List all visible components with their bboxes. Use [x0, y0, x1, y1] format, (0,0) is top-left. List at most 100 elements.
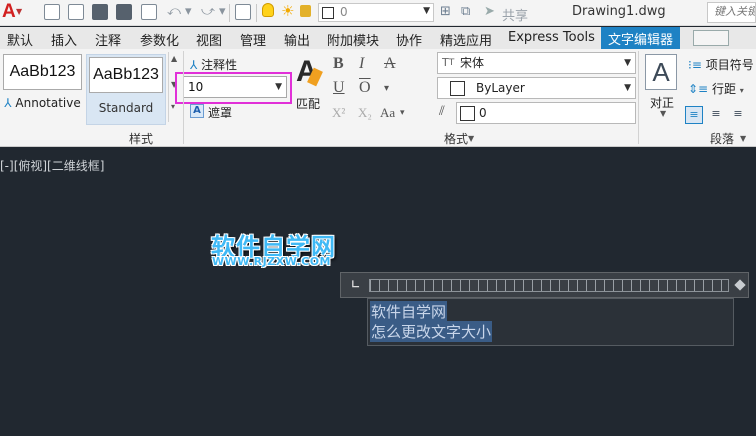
panel-title-format: 格式	[444, 132, 469, 146]
annotative-label: 注释性	[201, 58, 238, 72]
style-name-text: Annotative	[15, 96, 81, 110]
align-right-icon[interactable]: ≡	[729, 106, 747, 124]
text-height-input[interactable]: 10 ▼	[183, 76, 287, 98]
redo-icon[interactable]: ⤻ ▾	[201, 5, 226, 19]
mtext-line[interactable]: 怎么更改文字大小	[370, 321, 493, 342]
panel-divider	[638, 51, 639, 144]
match-layer-icon[interactable]: ⧉	[461, 5, 470, 19]
line-spacing-label: 行距	[711, 82, 736, 96]
bullets-icon: ⁝≡	[688, 58, 702, 72]
subscript-button[interactable]: X₂	[358, 105, 372, 121]
chevron-down-icon: ▼	[16, 7, 23, 16]
tab-express-tools[interactable]: Express Tools	[508, 30, 595, 45]
annotative-toggle[interactable]: ⅄ 注释性	[190, 56, 237, 73]
truetype-icon: TT	[442, 56, 455, 69]
justification-button[interactable]: A	[645, 54, 677, 90]
annotative-icon: ⅄	[4, 96, 12, 110]
toolbar-separator	[229, 4, 230, 22]
layer-lock-icon[interactable]	[300, 5, 311, 17]
style-swatch-annotative[interactable]: AaBb123 ⅄ Annotative	[3, 54, 82, 114]
tab-output[interactable]: 输出	[284, 30, 310, 49]
mtext-editor[interactable]: 软件自学网 怎么更改文字大小	[367, 298, 734, 346]
style-name: Standard	[98, 101, 154, 115]
save-as-icon[interactable]	[116, 4, 132, 20]
search-input[interactable]: 键入关键字	[707, 2, 756, 23]
tab-featured-apps[interactable]: 精选应用	[440, 30, 492, 49]
oblique-angle-icon: ⫽	[439, 104, 445, 119]
chevron-down-icon[interactable]: ▾	[400, 107, 405, 118]
oblique-value: 0	[479, 106, 487, 120]
tab-annotate[interactable]: 注释	[95, 30, 121, 49]
overline-button[interactable]: O	[359, 79, 371, 97]
text-color-dropdown[interactable]: ByLayer ▼	[437, 77, 636, 99]
italic-button[interactable]: I	[359, 55, 364, 73]
tab-default[interactable]: 默认	[7, 30, 33, 49]
style-name: ⅄ Annotative	[3, 96, 82, 110]
chevron-down-icon[interactable]: ▼	[660, 109, 666, 118]
align-left-icon[interactable]: ≡	[685, 106, 703, 124]
panel-title-paragraph: 段落	[710, 132, 735, 146]
chevron-down-icon: ▼	[423, 6, 430, 16]
ruler-track[interactable]	[369, 279, 729, 292]
send-icon[interactable]: ➤	[484, 5, 495, 19]
layer-thaw-sun-icon[interactable]: ☀	[281, 3, 294, 19]
chevron-down-icon[interactable]: ▼	[275, 77, 282, 97]
style-swatch-standard[interactable]: AaBb123 Standard	[86, 54, 166, 125]
bullets-button[interactable]: ⁝≡ 项目符号	[688, 56, 754, 73]
chevron-up-icon[interactable]: ▲	[171, 54, 177, 63]
chevron-down-icon[interactable]: ▾	[384, 83, 389, 94]
line-spacing-icon: ⇕≡	[688, 82, 709, 96]
toolbar-separator	[256, 4, 257, 22]
quick-access-toolbar: A ▼ ⤺ ▾ ⤻ ▾ ☀ 0 ▼ ⊞ ⧉ ➤ 共享 Drawing1.dwg …	[0, 0, 756, 26]
mtext-ruler[interactable]: ∟	[340, 272, 749, 298]
style-preview: AaBb123	[89, 57, 163, 93]
ribbon-display-toggle[interactable]	[693, 30, 729, 46]
tab-manage[interactable]: 管理	[240, 30, 266, 49]
save-icon[interactable]	[92, 4, 108, 20]
font-dropdown[interactable]: TT 宋体 ▼	[437, 52, 636, 74]
chevron-down-icon: ▼	[624, 58, 631, 68]
layer-properties-icon[interactable]	[235, 4, 251, 20]
tab-text-editor[interactable]: 文字编辑器	[601, 27, 681, 49]
tab-parametric[interactable]: 参数化	[140, 30, 179, 49]
share-button[interactable]: 共享	[502, 5, 528, 24]
style-preview: AaBb123	[3, 54, 82, 90]
ruler-width-handle[interactable]	[734, 279, 746, 291]
tab-addins[interactable]: 附加模块	[327, 30, 379, 49]
color-value: ByLayer	[476, 81, 525, 95]
document-title: Drawing1.dwg	[572, 4, 666, 19]
new-file-icon[interactable]	[44, 4, 60, 20]
annotative-icon: ⅄	[190, 58, 198, 72]
tab-collaborate[interactable]: 协作	[396, 30, 422, 49]
viewport-controls-label[interactable]: [-][俯视][二维线框]	[0, 157, 104, 174]
undo-icon[interactable]: ⤺ ▾	[167, 5, 192, 19]
align-center-icon[interactable]: ≡	[707, 106, 725, 124]
line-spacing-button[interactable]: ⇕≡ 行距 ▾	[688, 80, 744, 97]
tab-view[interactable]: 视图	[196, 30, 222, 49]
layer-value: 0	[340, 5, 348, 19]
layer-dropdown[interactable]: 0 ▼	[318, 3, 434, 22]
oblique-angle-input[interactable]: 0	[456, 102, 636, 124]
layer-on-bulb-icon[interactable]	[262, 3, 274, 17]
chevron-down-icon: ▼	[624, 83, 631, 93]
tab-insert[interactable]: 插入	[51, 30, 77, 49]
change-case-button[interactable]: Aa	[380, 105, 395, 121]
mtext-line[interactable]: 软件自学网	[370, 301, 448, 322]
watermark-url: WWW.RJZXW.COM	[212, 255, 331, 268]
chevron-down-icon[interactable]: ▼	[468, 134, 474, 143]
chevron-down-icon[interactable]: ▼	[740, 134, 746, 143]
print-icon[interactable]	[141, 4, 157, 20]
underline-button[interactable]: U	[333, 79, 345, 97]
bold-button[interactable]: B	[333, 55, 344, 73]
strikethrough-button[interactable]: A	[384, 55, 396, 73]
panel-title-style: 样式	[129, 132, 154, 146]
match-formatting-button[interactable]: A 匹配	[296, 55, 326, 111]
open-folder-icon[interactable]	[68, 4, 84, 20]
ribbon-tabs: 默认 插入 注释 参数化 视图 管理 输出 附加模块 协作 精选应用 Expre…	[0, 27, 756, 49]
tab-stop-icon[interactable]: ∟	[351, 278, 365, 292]
superscript-button[interactable]: X²	[332, 105, 345, 121]
oblique-swatch	[460, 106, 475, 121]
color-swatch	[450, 81, 465, 96]
layer-color-swatch	[322, 7, 334, 19]
make-current-icon[interactable]: ⊞	[440, 5, 451, 19]
